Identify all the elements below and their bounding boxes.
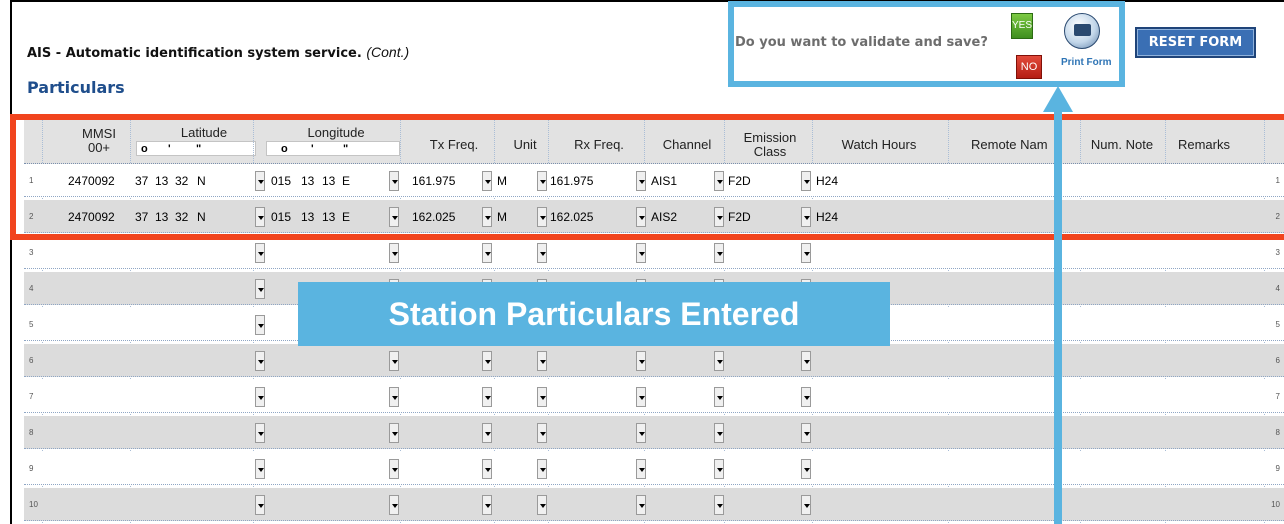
dropdown-arrow-icon[interactable] [636,495,646,515]
pointer-arrow-shaft [1054,110,1062,524]
dropdown-arrow-icon[interactable] [714,459,724,479]
dropdown-arrow-icon[interactable] [255,423,265,443]
pointer-arrow-head [1043,86,1073,112]
table-row: 77 [24,380,1284,413]
row-number-right: 10 [1271,500,1280,509]
row-number-right: 5 [1275,320,1280,329]
dropdown-arrow-icon[interactable] [636,423,646,443]
dropdown-arrow-icon[interactable] [255,387,265,407]
dropdown-arrow-icon[interactable] [714,351,724,371]
dropdown-arrow-icon[interactable] [389,423,399,443]
dropdown-arrow-icon[interactable] [482,459,492,479]
dropdown-arrow-icon[interactable] [389,495,399,515]
table-row: 66 [24,344,1284,377]
dropdown-arrow-icon[interactable] [537,495,547,515]
dropdown-arrow-icon[interactable] [482,495,492,515]
dropdown-arrow-icon[interactable] [714,423,724,443]
dropdown-arrow-icon[interactable] [801,495,811,515]
dropdown-arrow-icon[interactable] [537,351,547,371]
dropdown-arrow-icon[interactable] [255,459,265,479]
dropdown-arrow-icon[interactable] [389,459,399,479]
dropdown-arrow-icon[interactable] [255,315,265,335]
no-button[interactable]: NO [1016,55,1042,79]
dropdown-arrow-icon[interactable] [482,243,492,263]
dropdown-arrow-icon[interactable] [482,423,492,443]
dropdown-arrow-icon[interactable] [255,243,265,263]
row-number: 5 [29,320,34,329]
station-particulars-callout: Station Particulars Entered [298,282,890,346]
section-heading-particulars: Particulars [27,78,125,97]
table-row: 33 [24,236,1284,269]
row-number-right: 8 [1275,428,1280,437]
dropdown-arrow-icon[interactable] [482,387,492,407]
dropdown-arrow-icon[interactable] [389,387,399,407]
row-number: 6 [29,356,34,365]
dropdown-arrow-icon[interactable] [714,387,724,407]
dropdown-arrow-icon[interactable] [636,243,646,263]
row-number: 4 [29,284,34,293]
dropdown-arrow-icon[interactable] [255,351,265,371]
dropdown-arrow-icon[interactable] [636,459,646,479]
dropdown-arrow-icon[interactable] [537,459,547,479]
printer-icon[interactable] [1064,13,1100,49]
table-row: 99 [24,452,1284,485]
entered-rows-highlight [10,114,1284,240]
print-form-link[interactable]: Print Form [1061,57,1112,68]
row-number: 7 [29,392,34,401]
row-number-right: 3 [1275,248,1280,257]
dropdown-arrow-icon[interactable] [389,243,399,263]
dropdown-arrow-icon[interactable] [714,495,724,515]
row-number-right: 7 [1275,392,1280,401]
dropdown-arrow-icon[interactable] [801,423,811,443]
dropdown-arrow-icon[interactable] [482,351,492,371]
dropdown-arrow-icon[interactable] [801,387,811,407]
reset-form-button[interactable]: RESET FORM [1135,27,1256,58]
row-number: 9 [29,464,34,473]
dropdown-arrow-icon[interactable] [801,351,811,371]
dropdown-arrow-icon[interactable] [801,459,811,479]
dropdown-arrow-icon[interactable] [537,423,547,443]
row-number-right: 4 [1275,284,1280,293]
dropdown-arrow-icon[interactable] [537,387,547,407]
page-title: AIS - Automatic identification system se… [27,44,410,61]
row-number: 8 [29,428,34,437]
dropdown-arrow-icon[interactable] [636,351,646,371]
row-number: 10 [29,500,38,509]
row-number-right: 6 [1275,356,1280,365]
row-number: 3 [29,248,34,257]
dropdown-arrow-icon[interactable] [255,279,265,299]
table-row: 10 10 [24,488,1284,521]
dropdown-arrow-icon[interactable] [636,387,646,407]
yes-button[interactable]: YES [1011,13,1033,39]
row-number-right: 9 [1275,464,1280,473]
dropdown-arrow-icon[interactable] [255,495,265,515]
dropdown-arrow-icon[interactable] [389,351,399,371]
dropdown-arrow-icon[interactable] [801,243,811,263]
dropdown-arrow-icon[interactable] [714,243,724,263]
validate-question: Do you want to validate and save? [735,35,988,50]
dropdown-arrow-icon[interactable] [537,243,547,263]
table-row: 88 [24,416,1284,449]
